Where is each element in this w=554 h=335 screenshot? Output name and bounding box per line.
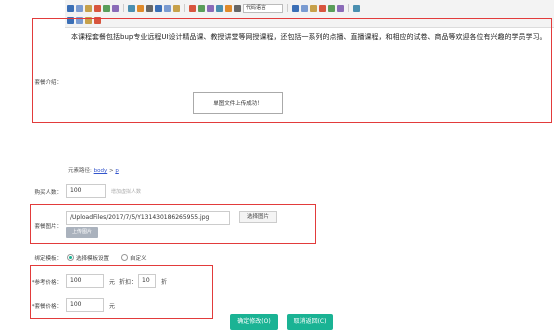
confirm-button[interactable]: 确定修改(O) [230,314,278,330]
toolbar-separator [123,4,124,12]
discount-label: 折扣： [119,279,138,286]
template-label: 绑定模板： [34,256,62,262]
ref-price-unit: 元 [109,279,116,286]
element-path-body-link[interactable]: body [94,168,108,174]
horizontal-rule-icon[interactable] [310,4,317,12]
toolbar-separator [348,4,349,12]
template-option-custom-label: 自定义 [130,256,147,262]
template-icon[interactable] [292,4,299,12]
element-path: 元素路径: body > p [68,166,119,174]
template-radio-custom[interactable] [121,254,128,261]
image-path-input[interactable]: /UploadFiles/2017/7/5/Y131430186265955.j… [66,211,230,225]
editor-highlight-box [32,18,552,123]
upload-image-button[interactable]: 上传图片 [66,227,98,238]
set-price-unit: 元 [109,303,116,310]
align-right-icon[interactable] [94,4,101,12]
font-select[interactable]: 代码语言 [243,3,283,13]
date-icon[interactable] [319,4,326,12]
bold-icon[interactable] [67,4,74,12]
template-option-select-label: 选择模板设置 [76,256,110,262]
ref-price-label: *参考价格： [31,280,62,286]
spechars-icon[interactable] [353,4,360,12]
strikethrough-icon[interactable] [137,4,144,12]
element-path-separator: > [108,168,114,174]
price-highlight-box [30,265,213,319]
discount-unit: 折 [161,279,168,286]
toolbar-separator [287,4,288,12]
link-icon[interactable] [146,4,153,12]
set-price-input[interactable]: 100 [66,298,104,312]
align-center-icon[interactable] [85,4,92,12]
element-path-p-link[interactable]: p [115,168,119,174]
unlink-icon[interactable] [155,4,162,12]
buyers-label: 购买人数： [34,190,62,196]
template-radio-select[interactable] [67,254,74,261]
video-icon[interactable] [189,4,196,12]
table-icon[interactable] [216,4,223,12]
time-icon[interactable] [328,4,335,12]
toolbar-separator [184,4,185,12]
cancel-button[interactable]: 取消返回(C) [287,314,333,330]
element-path-label: 元素路径: [68,168,92,174]
insert-row-icon[interactable] [225,4,232,12]
underline-icon[interactable] [128,4,135,12]
buyers-hint: 增加虚拟人数 [111,189,142,195]
align-left-icon[interactable] [76,4,83,12]
map-icon[interactable] [207,4,214,12]
special-char-icon[interactable] [337,4,344,12]
anchor-icon[interactable] [164,4,171,12]
image-icon[interactable] [173,4,180,12]
choose-image-button[interactable]: 选择图片 [239,211,277,223]
toolbar-row-1: 代码语言 [67,3,360,13]
buyers-input[interactable]: 100 [66,184,106,198]
image-label: 套餐图片： [34,224,62,230]
align-justify-icon[interactable] [103,4,110,12]
code-icon[interactable] [301,4,308,12]
italic-icon[interactable] [112,4,119,12]
intro-label: 套餐介绍： [34,80,62,86]
discount-input[interactable]: 10 [138,274,156,288]
set-price-label: *套餐价格： [31,304,62,310]
emotion-icon[interactable] [198,4,205,12]
attachment-icon[interactable] [234,4,241,12]
ref-price-input[interactable]: 100 [66,274,104,288]
